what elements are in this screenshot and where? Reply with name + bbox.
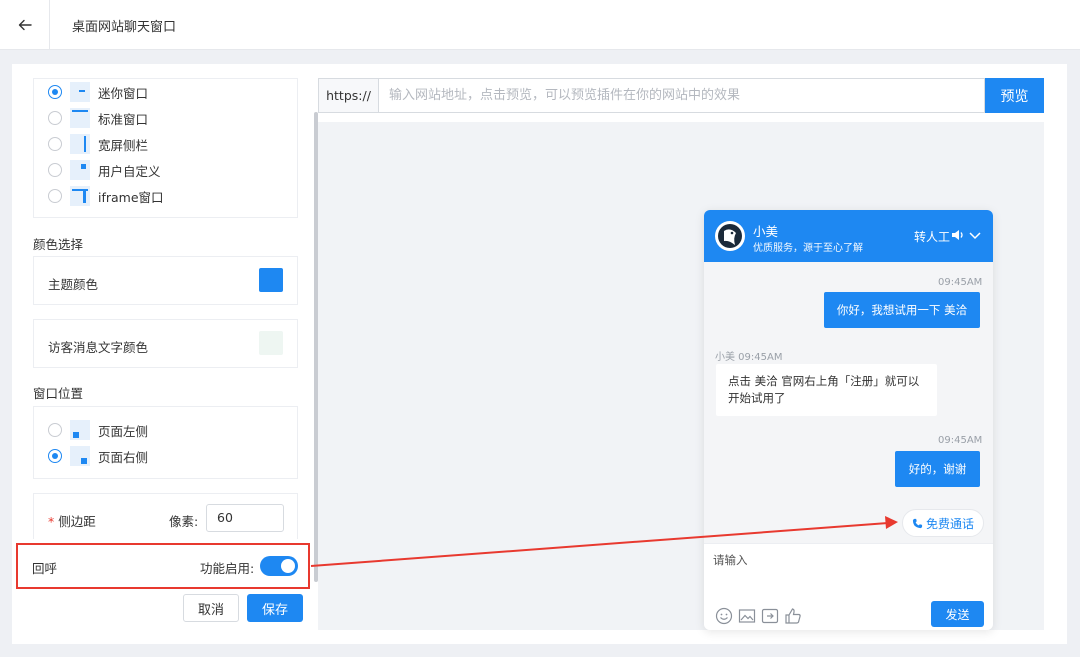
chat-input-area[interactable]: 请输入 发送: [704, 543, 993, 630]
radio-button[interactable]: [48, 449, 62, 463]
custom-window-icon: [70, 160, 90, 180]
agent-avatar: [715, 221, 745, 251]
window-style-option-mini[interactable]: 迷你窗口: [48, 82, 148, 102]
url-bar: https:// 输入网站地址，点击预览，可以预览插件在你的网站中的效果: [318, 78, 985, 113]
radio-button[interactable]: [48, 137, 62, 151]
callback-label: 回呼: [32, 561, 58, 576]
radio-button[interactable]: [48, 423, 62, 437]
free-call-label: 免费通话: [925, 516, 974, 531]
chevron-down-icon[interactable]: [968, 228, 982, 242]
agent-message-line: 开始试用了: [728, 391, 786, 405]
position-left-icon: [70, 420, 90, 440]
image-icon[interactable]: [738, 607, 756, 625]
message-timestamp: 小美 09:45AM: [715, 352, 783, 363]
visitor-message: 好的，谢谢: [895, 451, 980, 487]
option-label: 宽屏侧栏: [98, 137, 149, 153]
back-button[interactable]: [0, 0, 50, 50]
option-label: 页面右侧: [98, 449, 149, 465]
required-mark: *: [48, 514, 55, 529]
transfer-to-human-button[interactable]: 转人工: [914, 228, 950, 245]
visitor-message: 你好，我想试用一下 美洽: [824, 292, 980, 328]
sidebar-window-icon: [70, 134, 90, 154]
chat-widget: 小美 优质服务，源于至心了解 转人工 09:45AM 你好，我想试用一下 美洽 …: [704, 210, 993, 630]
option-label: 页面左侧: [98, 423, 149, 439]
message-timestamp: 09:45AM: [938, 277, 983, 288]
arrow-left-icon: [18, 19, 32, 31]
agent-subtitle: 优质服务，源于至心了解: [753, 243, 863, 254]
color-section-label: 颜色选择: [33, 237, 84, 252]
bird-logo-icon: [718, 224, 742, 248]
side-margin-row: * 侧边距 像素: 60: [33, 493, 298, 539]
position-option-right[interactable]: 页面右侧: [48, 446, 148, 466]
visitor-text-color-row: 访客消息文字颜色: [33, 319, 298, 368]
option-label: 迷你窗口: [98, 85, 149, 101]
preview-button[interactable]: 预览: [985, 78, 1044, 113]
window-style-option-sidebar[interactable]: 宽屏侧栏: [48, 134, 148, 154]
theme-color-swatch[interactable]: [259, 268, 283, 292]
iframe-window-icon: [70, 186, 90, 206]
chat-header: 小美 优质服务，源于至心了解 转人工: [704, 210, 993, 262]
url-input[interactable]: 输入网站地址，点击预览，可以预览插件在你的网站中的效果: [389, 79, 979, 112]
file-icon[interactable]: [761, 607, 779, 625]
window-style-option-iframe[interactable]: iframe窗口: [48, 186, 164, 206]
agent-name: 小美: [753, 224, 779, 239]
position-group: 页面左侧 页面右侧: [33, 406, 298, 479]
callback-toggle-label: 功能启用:: [200, 561, 255, 576]
speaker-icon[interactable]: [951, 228, 965, 242]
radio-button[interactable]: [48, 189, 62, 203]
option-label: 用户自定义: [98, 163, 161, 179]
url-prefix: https://: [319, 79, 379, 112]
visitor-text-color-label: 访客消息文字颜色: [48, 340, 149, 355]
visitor-text-color-swatch[interactable]: [259, 331, 283, 355]
theme-color-label: 主题颜色: [48, 277, 99, 292]
message-timestamp: 09:45AM: [938, 435, 983, 446]
callback-highlight-box: 回呼 功能启用:: [16, 543, 310, 589]
phone-icon: [912, 518, 923, 528]
agent-message-line: 点击 美洽 官网右上角「注册」就可以: [728, 374, 920, 388]
free-call-button[interactable]: 免费通话: [902, 509, 984, 537]
standard-window-icon: [70, 108, 90, 128]
save-button[interactable]: 保存: [247, 594, 303, 622]
side-margin-label: * 侧边距: [48, 514, 96, 529]
thumbs-up-icon[interactable]: [784, 607, 802, 625]
agent-message: 点击 美洽 官网右上角「注册」就可以 开始试用了: [716, 364, 937, 416]
option-label: 标准窗口: [98, 111, 149, 127]
radio-button[interactable]: [48, 85, 62, 99]
position-option-left[interactable]: 页面左侧: [48, 420, 148, 440]
radio-button[interactable]: [48, 111, 62, 125]
send-button[interactable]: 发送: [931, 601, 984, 627]
window-style-group: 迷你窗口 标准窗口 宽屏侧栏 用户自定义 iframe窗口: [33, 78, 298, 218]
radio-button[interactable]: [48, 163, 62, 177]
cancel-button[interactable]: 取消: [183, 594, 239, 622]
unit-label: 像素:: [169, 514, 199, 529]
callback-toggle[interactable]: [260, 556, 298, 576]
option-label: iframe窗口: [98, 189, 164, 205]
page-title: 桌面网站聊天窗口: [72, 20, 177, 35]
position-section-label: 窗口位置: [33, 386, 84, 401]
window-style-option-custom[interactable]: 用户自定义: [48, 160, 161, 180]
chat-input-placeholder: 请输入: [713, 553, 748, 567]
top-bar: 桌面网站聊天窗口: [0, 0, 1080, 50]
theme-color-row: 主题颜色: [33, 256, 298, 305]
position-right-icon: [70, 446, 90, 466]
mini-window-icon: [70, 82, 90, 102]
emoji-icon[interactable]: [715, 607, 733, 625]
side-margin-input[interactable]: 60: [206, 504, 284, 532]
window-style-option-standard[interactable]: 标准窗口: [48, 108, 148, 128]
